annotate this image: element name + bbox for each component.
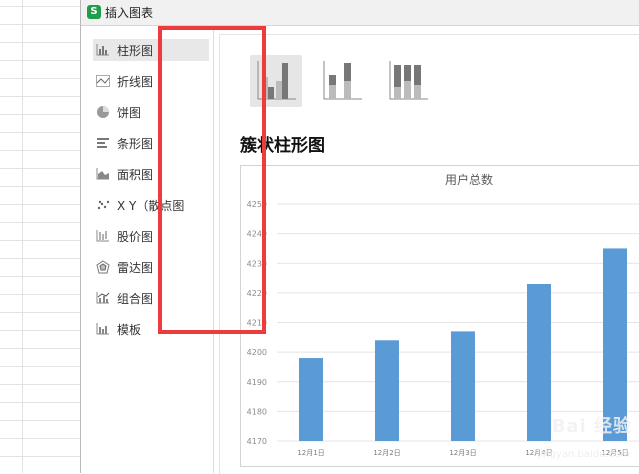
sidebar-item-combo[interactable]: 组合图	[93, 287, 209, 309]
y-tick-label: 4240	[247, 230, 267, 239]
sidebar-item-label: 股价图	[117, 229, 154, 244]
subtype-stacked-column[interactable]	[316, 55, 368, 107]
subtype-clustered-column[interactable]	[250, 55, 302, 107]
chart-preview: 用户总数 4170 4180 4190 4200 4210 4220 4230 4240 4250…	[240, 165, 639, 467]
spreadsheet-background	[0, 0, 82, 473]
percent-stacked-column-icon	[389, 61, 428, 100]
subtype-percent-stacked-column[interactable]	[382, 55, 434, 107]
x-tick-label: 12月2日	[373, 449, 400, 457]
sidebar-item-label: 面积图	[117, 167, 154, 182]
stacked-column-icon	[323, 61, 362, 100]
sidebar-item-radar[interactable]: 雷达图	[93, 256, 209, 278]
chart-bar	[299, 358, 323, 441]
app-logo-icon: S	[87, 5, 101, 19]
sidebar-item-label: 雷达图	[117, 260, 154, 275]
x-tick-label: 12月3日	[449, 449, 476, 457]
stock-chart-icon	[95, 229, 111, 243]
area-chart-icon	[95, 167, 111, 181]
watermark-brand: Bai 经验	[551, 416, 632, 437]
column-chart-icon	[95, 43, 111, 57]
sidebar-item-bar[interactable]: 条形图	[93, 132, 209, 154]
bar-chart-icon	[95, 136, 111, 150]
pie-chart-icon	[95, 105, 111, 119]
template-icon	[95, 322, 111, 336]
sidebar-item-label: 组合图	[117, 291, 154, 306]
sidebar-item-label: 条形图	[117, 136, 154, 151]
chart-bar	[527, 283, 551, 441]
sidebar-item-label: 模板	[117, 322, 142, 337]
y-tick-label: 4220	[247, 289, 267, 298]
y-tick-label: 4180	[247, 407, 267, 416]
sidebar-item-line[interactable]: 折线图	[93, 70, 209, 92]
subtype-title: 簇状柱形图	[240, 136, 325, 156]
sidebar-item-stock[interactable]: 股价图	[93, 225, 209, 247]
chart-preview-panel: 簇状柱形图 用户总数 4170 4180 4190 4200 4210 4220 4230 42…	[219, 34, 639, 474]
chart-bar	[375, 340, 399, 441]
sidebar-item-area[interactable]: 面积图	[93, 163, 209, 185]
scatter-chart-icon	[95, 198, 111, 212]
combo-chart-icon	[95, 291, 111, 305]
watermark-url: jingyan.baidu.com	[537, 449, 630, 460]
sidebar-item-scatter[interactable]: X Y（散点图	[93, 194, 209, 216]
chart-title: 用户总数	[445, 172, 493, 187]
sidebar-item-label: 柱形图	[117, 43, 154, 58]
y-tick-label: 4230	[247, 259, 267, 268]
sidebar-item-label: 折线图	[117, 74, 154, 89]
sidebar-item-column[interactable]: 柱形图	[93, 39, 209, 61]
radar-chart-icon	[95, 260, 111, 274]
dialog-titlebar: S 插入图表	[81, 0, 639, 26]
y-tick-label: 4250	[247, 200, 267, 209]
sidebar-item-pie[interactable]: 饼图	[93, 101, 209, 123]
y-tick-label: 4210	[247, 319, 267, 328]
sidebar-item-label: X Y（散点图	[117, 198, 185, 213]
sidebar-item-label: 饼图	[117, 105, 142, 120]
dialog-title: 插入图表	[105, 6, 154, 20]
insert-chart-dialog: S 插入图表 柱形图 折线图 饼图 条形图 面积图 X Y（散点图 股价图 雷达…	[80, 0, 639, 474]
clustered-column-icon	[257, 61, 296, 100]
y-tick-label: 4190	[247, 378, 267, 387]
chart-type-sidebar: 柱形图 折线图 饼图 条形图 面积图 X Y（散点图 股价图 雷达图 组合图 模…	[81, 26, 214, 473]
x-tick-label: 12月1日	[297, 449, 324, 457]
chart-bar	[451, 331, 475, 441]
sidebar-item-template[interactable]: 模板	[93, 318, 209, 340]
y-tick-label: 4200	[247, 348, 267, 357]
y-tick-label: 4170	[247, 437, 267, 446]
line-chart-icon	[95, 74, 111, 88]
